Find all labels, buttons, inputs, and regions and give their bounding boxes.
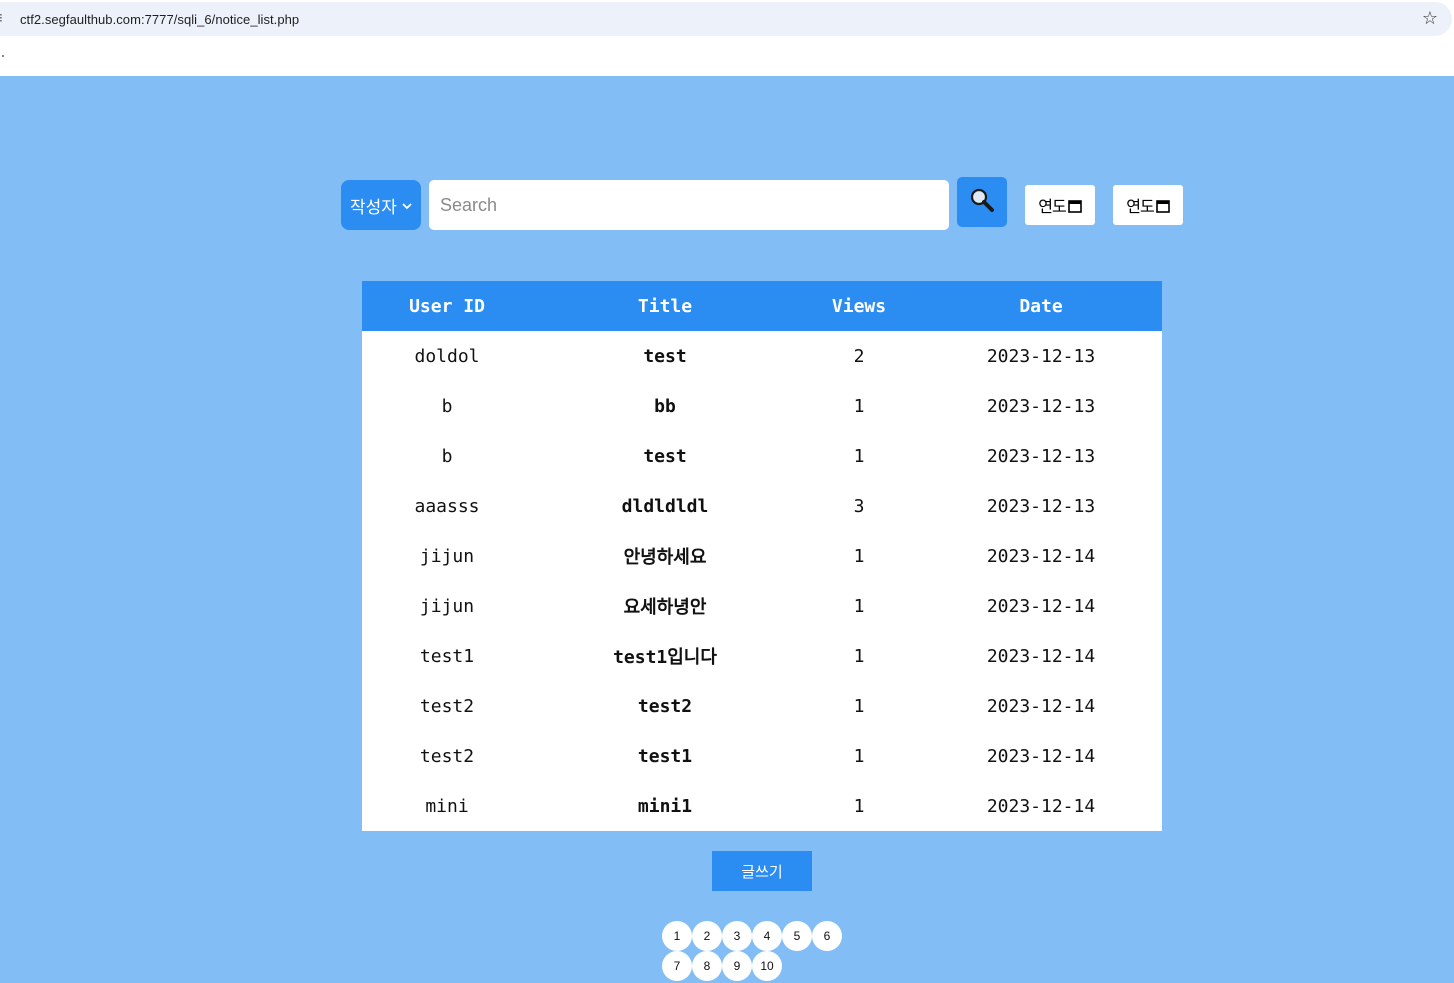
cell-date: 2023-12-14: [986, 645, 1096, 667]
page-link-10[interactable]: 10: [752, 951, 782, 981]
cell-title-link[interactable]: test1: [532, 731, 798, 781]
table-header-row: User ID Title Views Date: [362, 281, 1162, 331]
date-from-placeholder: 연도: [1038, 197, 1066, 216]
address-bar[interactable]: ⁝ ctf2.segfaulthub.com:7777/sqli_6/notic…: [0, 2, 1452, 36]
search-button[interactable]: [957, 177, 1007, 227]
page-link-3[interactable]: 3: [722, 921, 752, 951]
cell-user-id: doldol: [414, 345, 480, 367]
column-header-title: Title: [532, 281, 798, 331]
search-input[interactable]: [429, 180, 949, 230]
table-row[interactable]: jijun 요세하녕안 1 2023-12-14: [362, 581, 1162, 631]
table-row[interactable]: mini mini1 1 2023-12-14: [362, 781, 1162, 831]
cell-user-id: jijun: [419, 595, 475, 617]
cell-views: 1: [853, 595, 865, 617]
table-row[interactable]: doldol test 2 2023-12-13: [362, 331, 1162, 381]
cell-date: 2023-12-14: [986, 595, 1096, 617]
page-link-6[interactable]: 6: [812, 921, 842, 951]
cell-date: 2023-12-13: [986, 495, 1096, 517]
table-row[interactable]: b test 1 2023-12-13: [362, 431, 1162, 481]
cell-date: 2023-12-14: [986, 545, 1096, 567]
cell-title-link[interactable]: dldldldl: [532, 481, 798, 531]
page-link-7[interactable]: 7: [662, 951, 692, 981]
date-to-placeholder: 연도: [1126, 197, 1154, 216]
cell-title-link[interactable]: 안녕하세요: [532, 531, 798, 581]
column-header-date: Date: [920, 281, 1162, 331]
cell-views: 1: [853, 645, 865, 667]
page-link-1[interactable]: 1: [662, 921, 692, 951]
cell-user-id: test1: [419, 645, 475, 667]
cell-views: 1: [853, 395, 865, 417]
cell-user-id: b: [441, 445, 453, 467]
notice-table: User ID Title Views Date doldol test 2 2…: [362, 281, 1162, 831]
cell-user-id: test2: [419, 695, 475, 717]
cell-title-link[interactable]: mini1: [532, 781, 798, 831]
cell-views: 1: [853, 445, 865, 467]
cell-title-link[interactable]: test2: [532, 681, 798, 731]
page-link-2[interactable]: 2: [692, 921, 722, 951]
column-header-user-id: User ID: [362, 281, 532, 331]
cell-date: 2023-12-14: [986, 745, 1096, 767]
cell-date: 2023-12-14: [986, 695, 1096, 717]
cell-title-link[interactable]: 요세하녕안: [532, 581, 798, 631]
cell-title-link[interactable]: test: [532, 331, 798, 381]
cell-date: 2023-12-13: [986, 395, 1096, 417]
calendar-icon[interactable]: [1155, 198, 1170, 213]
cell-date: 2023-12-13: [986, 345, 1096, 367]
cell-user-id: mini: [425, 795, 469, 817]
chevron-down-icon: [402, 200, 412, 213]
cell-views: 1: [853, 695, 865, 717]
site-info-icon[interactable]: ⁝: [0, 11, 3, 25]
cell-user-id: jijun: [419, 545, 475, 567]
cell-date: 2023-12-13: [986, 445, 1096, 467]
bookmark-bar-dot: [2, 55, 4, 57]
browser-chrome: ⁝ ctf2.segfaulthub.com:7777/sqli_6/notic…: [0, 0, 1454, 76]
table-row[interactable]: aaasss dldldldl 3 2023-12-13: [362, 481, 1162, 531]
cell-views: 3: [853, 495, 865, 517]
cell-title-link[interactable]: test1입니다: [532, 631, 798, 681]
search-field-select[interactable]: 작성자: [341, 180, 421, 230]
search-field-select-label: 작성자: [350, 197, 397, 218]
calendar-icon[interactable]: [1067, 198, 1082, 213]
date-to-input[interactable]: 연도: [1113, 185, 1183, 225]
cell-views: 1: [853, 545, 865, 567]
magnifier-icon: [969, 187, 995, 217]
write-post-button[interactable]: 글쓰기: [712, 851, 812, 891]
cell-date: 2023-12-14: [986, 795, 1096, 817]
bookmark-star-icon[interactable]: ☆: [1422, 8, 1438, 29]
table-row[interactable]: jijun 안녕하세요 1 2023-12-14: [362, 531, 1162, 581]
cell-views: 1: [853, 745, 865, 767]
url-text[interactable]: ctf2.segfaulthub.com:7777/sqli_6/notice_…: [20, 12, 299, 27]
table-row[interactable]: test1 test1입니다 1 2023-12-14: [362, 631, 1162, 681]
cell-views: 1: [853, 795, 865, 817]
cell-title-link[interactable]: test: [532, 431, 798, 481]
cell-user-id: b: [441, 395, 453, 417]
cell-user-id: test2: [419, 745, 475, 767]
date-from-input[interactable]: 연도: [1025, 185, 1095, 225]
cell-views: 2: [853, 345, 865, 367]
page-link-4[interactable]: 4: [752, 921, 782, 951]
cell-title-link[interactable]: bb: [532, 381, 798, 431]
table-row[interactable]: test2 test2 1 2023-12-14: [362, 681, 1162, 731]
column-header-views: Views: [798, 281, 920, 331]
page-link-9[interactable]: 9: [722, 951, 752, 981]
table-row[interactable]: test2 test1 1 2023-12-14: [362, 731, 1162, 781]
cell-user-id: aaasss: [414, 495, 480, 517]
page-link-5[interactable]: 5: [782, 921, 812, 951]
table-row[interactable]: b bb 1 2023-12-13: [362, 381, 1162, 431]
page-link-8[interactable]: 8: [692, 951, 722, 981]
